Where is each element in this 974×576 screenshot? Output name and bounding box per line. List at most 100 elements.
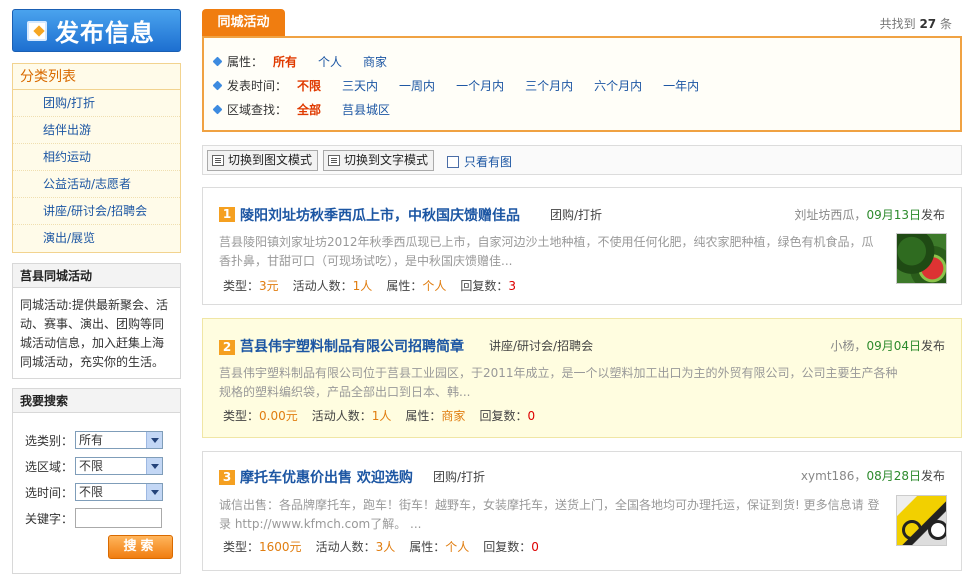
- filter-option-merchant[interactable]: 商家: [363, 53, 387, 70]
- time-select[interactable]: 不限: [75, 483, 163, 501]
- watermelon-thumbnail[interactable]: [896, 233, 947, 284]
- category-item-charity[interactable]: 公益活动/志愿者: [13, 171, 180, 198]
- reply-label: 回复数：: [479, 409, 528, 423]
- post-category[interactable]: 团购/打折: [550, 206, 602, 223]
- attr-label: 属性：: [386, 279, 423, 293]
- filter-option-1year[interactable]: 一年内: [663, 77, 699, 94]
- attr-value: 商家: [441, 409, 466, 423]
- type-value: 3元: [259, 279, 279, 293]
- post-category[interactable]: 团购/打折: [433, 468, 485, 485]
- post-category[interactable]: 讲座/研讨会/招聘会: [489, 337, 593, 354]
- rank-badge: 1: [219, 207, 235, 222]
- post-meta: 刘址坊西瓜，09月13日发布: [794, 206, 945, 223]
- category-item-sports[interactable]: 相约运动: [13, 144, 180, 171]
- result-count-prefix: 共找到: [879, 17, 916, 31]
- region-select-value: 不限: [79, 459, 104, 473]
- region-label: 选区域：: [24, 459, 73, 474]
- post-stats: 类型：0.00元 活动人数：1人 属性：商家 回复数：0: [223, 407, 535, 424]
- result-count-suffix: 条: [939, 17, 952, 31]
- category-item-travel[interactable]: 结伴出游: [13, 117, 180, 144]
- chevron-down-icon[interactable]: [146, 458, 162, 474]
- edit-icon: [27, 20, 47, 41]
- text-mode-button[interactable]: 切换到文字模式: [323, 150, 435, 171]
- people-label: 活动人数：: [292, 279, 353, 293]
- filter-option-1week[interactable]: 一周内: [399, 77, 435, 94]
- keyword-input[interactable]: [75, 508, 162, 528]
- rank-badge: 3: [219, 470, 235, 485]
- time-select-value: 不限: [79, 485, 104, 499]
- filter-option-6months[interactable]: 六个月内: [594, 77, 642, 94]
- type-label: 类型：: [223, 409, 260, 423]
- type-label: 类型：: [223, 540, 260, 554]
- time-field: 选时间： 不限: [13, 482, 180, 502]
- reply-value: 3: [508, 279, 516, 293]
- post-author[interactable]: 小杨，: [830, 339, 866, 353]
- filter-option-3months[interactable]: 三个月内: [525, 77, 573, 94]
- only-images-label: 只看有图: [464, 155, 513, 169]
- list-item: 2 莒县伟宇塑料制品有限公司招聘简章 讲座/研讨会/招聘会 小杨，09月04日发…: [202, 318, 962, 438]
- filter-row-attribute: 属性： 所有 个人 商家: [214, 51, 408, 71]
- search-button[interactable]: 搜索: [108, 535, 173, 559]
- chevron-down-icon[interactable]: [146, 484, 162, 500]
- category-item-lecture[interactable]: 讲座/研讨会/招聘会: [13, 198, 180, 225]
- view-toolbar: 切换到图文模式 切换到文字模式 只看有图: [202, 145, 962, 175]
- image-mode-button[interactable]: 切换到图文模式: [207, 150, 319, 171]
- category-select-value: 所有: [79, 433, 104, 447]
- category-list: 分类列表 团购/打折 结伴出游 相约运动 公益活动/志愿者 讲座/研讨会/招聘会…: [12, 63, 181, 253]
- post-title[interactable]: 摩托车优惠价出售 欢迎选购: [240, 467, 413, 487]
- filter-option-1month[interactable]: 一个月内: [456, 77, 504, 94]
- only-images-checkbox[interactable]: [447, 155, 459, 168]
- category-item-show[interactable]: 演出/展览: [13, 225, 180, 252]
- text-mode-label: 切换到文字模式: [344, 153, 429, 167]
- post-meta: xymt186，08月28日发布: [801, 467, 945, 484]
- region-select[interactable]: 不限: [75, 457, 163, 475]
- bullet-icon: [214, 81, 223, 90]
- time-label: 选时间：: [24, 485, 73, 500]
- filter-label-attribute: 属性：: [227, 54, 264, 69]
- filter-option-time-any[interactable]: 不限: [297, 77, 321, 94]
- reply-label: 回复数：: [483, 540, 532, 554]
- filter-option-region-all[interactable]: 全部: [297, 101, 321, 118]
- motorcycle-thumbnail[interactable]: [896, 495, 947, 546]
- publish-info-button[interactable]: 发布信息: [12, 9, 181, 52]
- post-author[interactable]: xymt186，: [801, 469, 867, 483]
- filter-option-3days[interactable]: 三天内: [342, 77, 378, 94]
- filter-option-region-city[interactable]: 莒县城区: [342, 101, 390, 118]
- chevron-down-icon[interactable]: [146, 432, 162, 448]
- post-publish-suffix: 发布: [920, 339, 945, 353]
- reply-value: 0: [531, 540, 539, 554]
- about-box: 莒县同城活动 同城活动:提供最新聚会、活动、赛事、演出、团购等同城活动信息，加入…: [12, 263, 181, 379]
- only-images-toggle[interactable]: 只看有图: [447, 153, 512, 170]
- search-panel-title: 我要搜索: [13, 389, 180, 413]
- post-description: 莒县伟宇塑料制品有限公司位于莒县工业园区，于2011年成立，是一个以塑料加工出口…: [219, 366, 898, 399]
- people-value: 1人: [352, 279, 373, 293]
- post-title[interactable]: 陵阳刘址坊秋季西瓜上市，中秋国庆馈赠佳品: [240, 205, 520, 225]
- post-stats: 类型：1600元 活动人数：3人 属性：个人 回复数：0: [223, 538, 539, 555]
- rank-badge: 2: [219, 340, 235, 355]
- filter-option-all[interactable]: 所有: [273, 53, 297, 70]
- category-list-title: 分类列表: [13, 64, 180, 90]
- people-value: 1人: [371, 409, 392, 423]
- post-date: 08月28日: [866, 469, 921, 483]
- bullet-icon: [214, 57, 223, 66]
- post-publish-suffix: 发布: [920, 469, 945, 483]
- image-mode-label: 切换到图文模式: [228, 153, 313, 167]
- people-label: 活动人数：: [315, 540, 376, 554]
- post-meta: 小杨，09月04日发布: [830, 337, 945, 354]
- category-label: 选类别：: [24, 433, 73, 448]
- post-description: 诚信出售：各品牌摩托车，跑车！街车！越野车，女装摩托车，送货上门，全国各地均可办…: [219, 498, 880, 531]
- reply-label: 回复数：: [460, 279, 509, 293]
- filter-row-time: 发表时间： 不限 三天内 一周内 一个月内 三个月内 六个月内 一年内: [214, 75, 720, 95]
- filter-panel: 属性： 所有 个人 商家 发表时间： 不限 三天内 一周内 一个月内 三个月内 …: [202, 36, 962, 132]
- tab-city-activities[interactable]: 同城活动: [202, 9, 285, 36]
- category-select[interactable]: 所有: [75, 431, 163, 449]
- post-publish-suffix: 发布: [920, 208, 945, 222]
- list-icon: [212, 155, 224, 166]
- post-author[interactable]: 刘址坊西瓜，: [794, 208, 866, 222]
- category-item-group-buy[interactable]: 团购/打折: [13, 90, 180, 117]
- post-title[interactable]: 莒县伟宇塑料制品有限公司招聘简章: [240, 336, 464, 356]
- region-field: 选区域： 不限: [13, 456, 180, 476]
- publish-info-label: 发布信息: [55, 19, 155, 47]
- filter-option-personal[interactable]: 个人: [318, 53, 342, 70]
- about-title: 莒县同城活动: [13, 264, 180, 288]
